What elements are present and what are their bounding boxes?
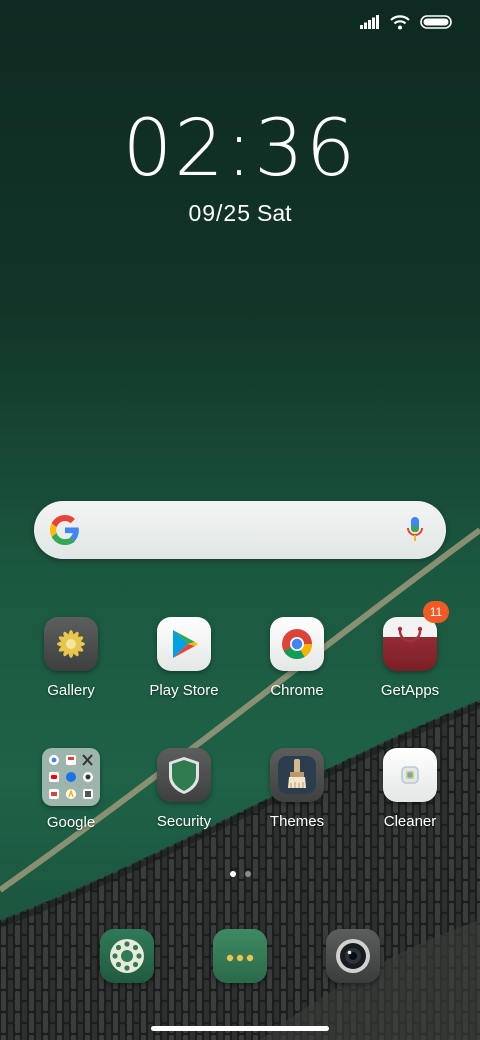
messages-icon[interactable] — [213, 929, 267, 983]
page-dot-active[interactable] — [229, 871, 236, 877]
app-label: Chrome — [270, 682, 324, 699]
app-gallery[interactable]: Gallery — [16, 617, 126, 699]
signal-icon — [360, 15, 379, 29]
google-g-icon — [50, 515, 79, 545]
phone-icon[interactable] — [100, 929, 154, 983]
wifi-icon — [390, 14, 410, 29]
weekday-text: Sat — [257, 200, 292, 226]
cleaner-icon — [383, 748, 437, 802]
app-security[interactable]: Security — [129, 748, 239, 830]
google-search-bar[interactable] — [34, 501, 446, 559]
app-label: Gallery — [47, 682, 95, 699]
getapps-icon — [383, 617, 437, 671]
clock-date[interactable]: 09/25 Sat — [0, 200, 480, 227]
date-text: 09/25 — [188, 200, 252, 226]
page-dot[interactable] — [244, 871, 251, 877]
app-chrome[interactable]: Chrome — [242, 617, 352, 699]
mic-icon[interactable] — [406, 516, 424, 544]
app-cleaner[interactable]: Cleaner — [355, 748, 465, 830]
app-label: GetApps — [380, 682, 440, 699]
gallery-icon — [44, 617, 98, 671]
home-screen: 02:36 09/25 Sat Gallery Play Store Chrom… — [0, 0, 480, 1040]
clock-time[interactable]: 02:36 — [0, 104, 480, 194]
play-store-icon — [157, 617, 211, 671]
notification-badge: 11 — [423, 601, 449, 623]
status-bar — [360, 10, 452, 34]
app-label: Play Store — [149, 682, 219, 699]
home-indicator[interactable] — [151, 1026, 329, 1031]
app-play-store[interactable]: Play Store — [129, 617, 239, 699]
themes-icon — [270, 748, 324, 802]
app-google-folder[interactable]: Google — [16, 748, 126, 831]
app-label: Themes — [269, 813, 325, 830]
app-label: Cleaner — [383, 813, 437, 830]
chrome-icon — [270, 617, 324, 671]
folder-icon — [42, 748, 100, 806]
camera-icon[interactable] — [326, 929, 380, 983]
security-icon — [157, 748, 211, 802]
app-label: Google — [46, 814, 96, 831]
app-themes[interactable]: Themes — [242, 748, 352, 830]
app-label: Security — [156, 813, 212, 830]
page-indicator[interactable] — [0, 871, 480, 877]
app-getapps[interactable]: 11 GetApps — [355, 601, 465, 699]
battery-icon — [420, 15, 452, 29]
